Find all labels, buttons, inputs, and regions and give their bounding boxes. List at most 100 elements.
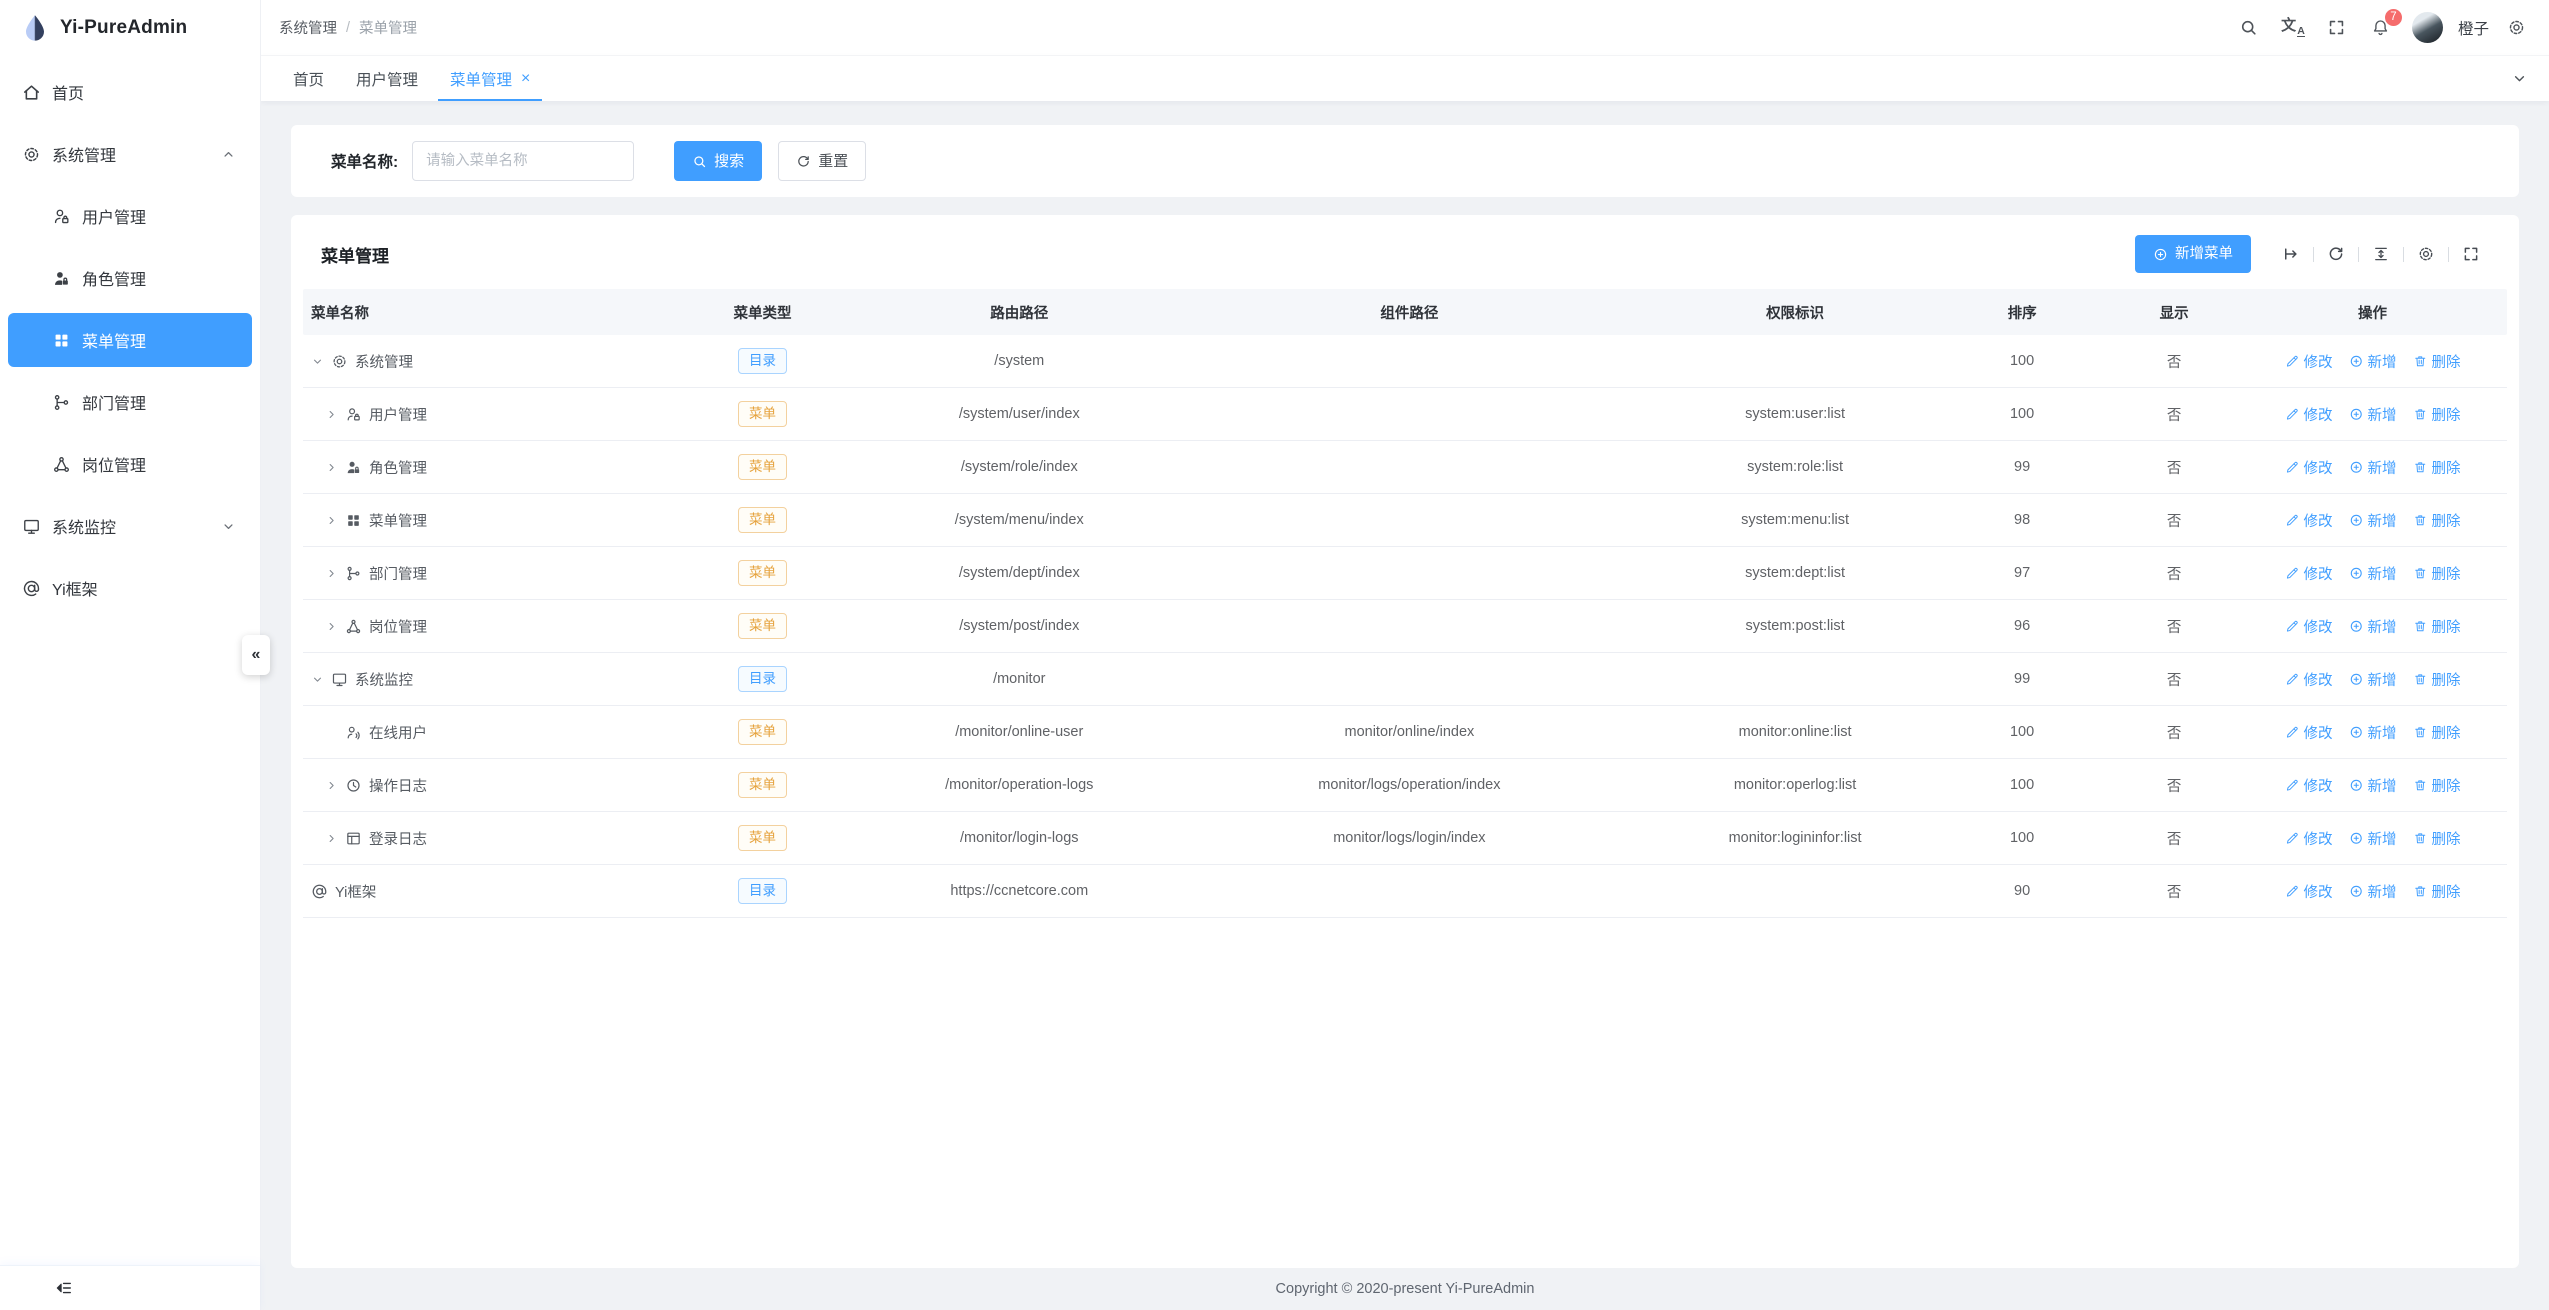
row-action-edit[interactable]: 修改 [2285, 563, 2333, 584]
sort-cell: 97 [1934, 565, 2110, 581]
action-label: 修改 [2304, 457, 2333, 478]
sidebar-item-post-management[interactable]: 岗位管理 [8, 437, 252, 491]
row-action-edit[interactable]: 修改 [2285, 669, 2333, 690]
row-action-delete[interactable]: 删除 [2413, 881, 2461, 902]
tab-user-management[interactable]: 用户管理 [344, 56, 430, 101]
row-action-add[interactable]: 新增 [2349, 510, 2397, 531]
expand-toggle-icon[interactable] [325, 514, 338, 527]
row-action-delete[interactable]: 删除 [2413, 828, 2461, 849]
translate-icon[interactable]: 文A [2274, 9, 2312, 47]
avatar[interactable] [2412, 12, 2443, 43]
sort-cell: 100 [1934, 777, 2110, 793]
sidebar-item-system-monitor[interactable]: 系统监控 [8, 499, 252, 553]
row-action-edit[interactable]: 修改 [2285, 775, 2333, 796]
refresh-icon[interactable] [2327, 245, 2345, 263]
top-header: 系统管理 / 菜单管理 文A 7 橙子 [261, 0, 2549, 55]
login-log-icon [345, 830, 362, 847]
row-action-edit[interactable]: 修改 [2285, 404, 2333, 425]
breadcrumb-item[interactable]: 菜单管理 [359, 17, 417, 38]
route-path-cell: /monitor/online-user [876, 724, 1163, 740]
tab-menu-management[interactable]: 菜单管理× [438, 56, 542, 101]
row-action-edit[interactable]: 修改 [2285, 722, 2333, 743]
app-logo[interactable]: Yi-PureAdmin [0, 0, 260, 55]
row-action-add[interactable]: 新增 [2349, 722, 2397, 743]
actions-cell: 修改新增删除 [2238, 881, 2507, 902]
sidebar-item-user-management[interactable]: 用户管理 [8, 189, 252, 243]
table-row: 用户管理菜单/system/user/indexsystem:user:list… [303, 388, 2507, 441]
expand-toggle-icon[interactable] [325, 832, 338, 845]
row-action-edit[interactable]: 修改 [2285, 616, 2333, 637]
edit-pencil-icon [2285, 831, 2300, 846]
row-action-delete[interactable]: 删除 [2413, 457, 2461, 478]
row-action-add[interactable]: 新增 [2349, 351, 2397, 372]
tabs-more-button[interactable] [2511, 56, 2537, 101]
expand-toggle-icon[interactable] [325, 620, 338, 633]
monitor-icon [331, 671, 348, 688]
row-action-add[interactable]: 新增 [2349, 404, 2397, 425]
expand-toggle-icon[interactable] [325, 567, 338, 580]
row-action-add[interactable]: 新增 [2349, 616, 2397, 637]
row-action-edit[interactable]: 修改 [2285, 828, 2333, 849]
expand-toggle-icon[interactable] [325, 779, 338, 792]
sidebar-item-yi-framework[interactable]: Yi框架 [8, 561, 252, 615]
fullscreen-icon[interactable] [2318, 9, 2356, 47]
fullscreen-icon[interactable] [2462, 245, 2480, 263]
settings-icon[interactable] [2417, 245, 2435, 263]
breadcrumb-separator: / [346, 20, 350, 36]
row-action-delete[interactable]: 删除 [2413, 616, 2461, 637]
row-action-delete[interactable]: 删除 [2413, 351, 2461, 372]
row-action-add[interactable]: 新增 [2349, 775, 2397, 796]
table-row: 角色管理菜单/system/role/indexsystem:role:list… [303, 441, 2507, 494]
chevron-up-icon [221, 147, 236, 162]
username[interactable]: 橙子 [2458, 17, 2489, 39]
density-icon[interactable] [2372, 245, 2390, 263]
row-action-edit[interactable]: 修改 [2285, 510, 2333, 531]
reset-button[interactable]: 重置 [778, 141, 866, 181]
menu-name-cell: 在线用户 [303, 722, 649, 743]
sidebar-item-menu-management[interactable]: 菜单管理 [8, 313, 252, 367]
expand-toggle-icon[interactable] [311, 355, 324, 368]
row-action-add[interactable]: 新增 [2349, 457, 2397, 478]
sidebar-item-label: 部门管理 [82, 390, 146, 414]
settings-gear-icon[interactable] [2497, 9, 2535, 47]
breadcrumb-item[interactable]: 系统管理 [279, 17, 337, 38]
row-action-add[interactable]: 新增 [2349, 828, 2397, 849]
row-action-delete[interactable]: 删除 [2413, 722, 2461, 743]
tab-bar: 首页用户管理菜单管理× [261, 55, 2549, 101]
tab-home[interactable]: 首页 [281, 56, 336, 101]
action-label: 删除 [2432, 722, 2461, 743]
sidebar-item-role-management[interactable]: 角色管理 [8, 251, 252, 305]
menu-name-input[interactable] [412, 141, 634, 181]
row-action-edit[interactable]: 修改 [2285, 457, 2333, 478]
column-header: 排序 [1934, 302, 2110, 323]
notifications-button[interactable]: 7 [2362, 9, 2400, 47]
menu-name-label: 在线用户 [369, 722, 427, 743]
sidebar-item-home[interactable]: 首页 [8, 65, 252, 119]
expand-arrow-icon[interactable] [2282, 245, 2300, 263]
sidebar-item-system-management[interactable]: 系统管理 [8, 127, 252, 181]
row-action-add[interactable]: 新增 [2349, 563, 2397, 584]
at-icon [311, 883, 328, 900]
expand-toggle-icon[interactable] [325, 461, 338, 474]
visible-cell: 否 [2110, 404, 2238, 425]
row-action-edit[interactable]: 修改 [2285, 881, 2333, 902]
expand-toggle-icon[interactable] [311, 673, 324, 686]
action-label: 新增 [2368, 457, 2397, 478]
collapse-sidebar-icon[interactable] [54, 1278, 74, 1298]
search-button[interactable]: 搜索 [674, 141, 762, 181]
row-action-delete[interactable]: 删除 [2413, 510, 2461, 531]
expand-toggle-icon[interactable] [325, 408, 338, 421]
add-menu-button[interactable]: 新增菜单 [2135, 235, 2251, 273]
row-action-delete[interactable]: 删除 [2413, 669, 2461, 690]
row-action-edit[interactable]: 修改 [2285, 351, 2333, 372]
row-action-add[interactable]: 新增 [2349, 881, 2397, 902]
tab-close-icon[interactable]: × [521, 71, 530, 87]
row-action-delete[interactable]: 删除 [2413, 404, 2461, 425]
action-label: 修改 [2304, 563, 2333, 584]
search-icon[interactable] [2230, 9, 2268, 47]
row-action-delete[interactable]: 删除 [2413, 775, 2461, 796]
sidebar-collapse-handle[interactable]: « [242, 635, 270, 675]
row-action-delete[interactable]: 删除 [2413, 563, 2461, 584]
row-action-add[interactable]: 新增 [2349, 669, 2397, 690]
sidebar-item-dept-management[interactable]: 部门管理 [8, 375, 252, 429]
